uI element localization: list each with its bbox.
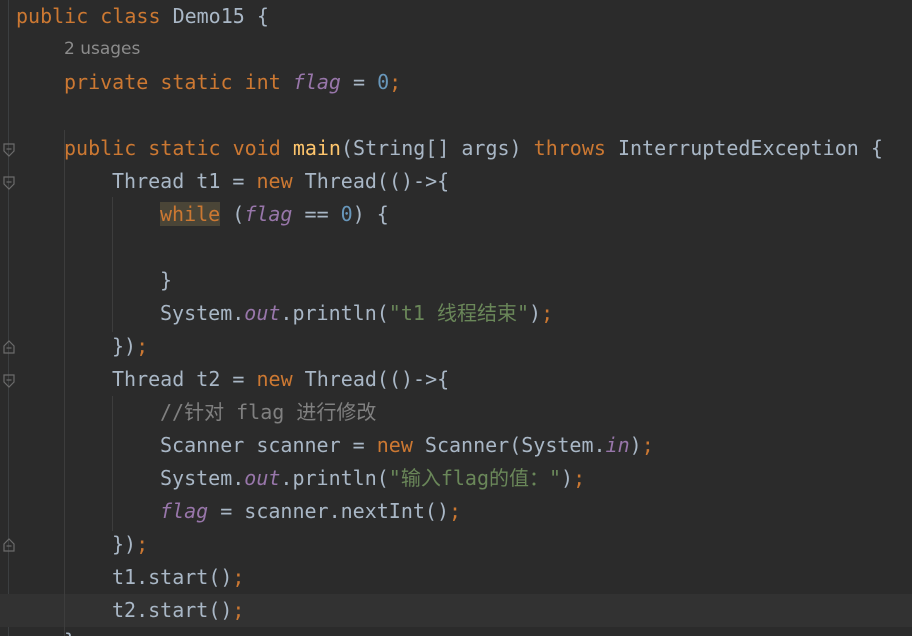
- paren: ): [529, 301, 542, 325]
- code-editor[interactable]: public class Demo15 { 2 usages private s…: [0, 0, 912, 636]
- semicolon: ;: [232, 565, 245, 589]
- close: }): [112, 334, 137, 358]
- field-out: out: [244, 301, 281, 325]
- keyword-while: while: [160, 202, 221, 226]
- code-line-main[interactable]: public static void main(String[] args) t…: [64, 132, 883, 165]
- field-flag: flag: [292, 70, 341, 94]
- code-line-t1[interactable]: Thread t1 = new Thread(()->{: [112, 165, 449, 198]
- class-name: Demo15: [172, 4, 245, 28]
- code-line-scanner[interactable]: Scanner scanner = new Scanner(System.in)…: [160, 429, 654, 462]
- keyword: static: [160, 70, 233, 94]
- method-main: main: [292, 136, 341, 160]
- code-line-close-t2[interactable]: });: [112, 528, 148, 561]
- sys: System.: [160, 301, 245, 325]
- code-line-println-input[interactable]: System.out.println("输入flag的值：");: [160, 462, 585, 495]
- usages-hint[interactable]: 2 usages: [64, 33, 140, 66]
- close: }): [112, 532, 137, 556]
- indent-guide: [64, 130, 65, 636]
- code-line-close-while[interactable]: }: [160, 264, 172, 297]
- fold-open-icon[interactable]: [3, 374, 15, 388]
- keyword: class: [100, 4, 161, 28]
- field-out: out: [244, 466, 281, 490]
- code-line-class-decl[interactable]: public class Demo15 {: [16, 0, 269, 33]
- semicolon: ;: [641, 433, 654, 457]
- operator: ==: [304, 202, 329, 226]
- code-line-close-main[interactable]: }: [64, 625, 76, 636]
- semicolon: ;: [449, 499, 462, 523]
- params: (String[] args): [340, 136, 522, 160]
- code-line-close-t1[interactable]: });: [112, 330, 148, 363]
- fold-open-icon[interactable]: [3, 143, 15, 157]
- semicolon: ;: [136, 334, 149, 358]
- paren: ): [629, 433, 642, 457]
- code-line-assign[interactable]: flag = scanner.nextInt();: [160, 495, 461, 528]
- code-line-field[interactable]: private static int flag = 0;: [64, 66, 401, 99]
- brace: {: [256, 4, 269, 28]
- fold-open-icon[interactable]: [3, 176, 15, 190]
- decl: Scanner scanner =: [160, 433, 365, 457]
- indent-guide: [112, 396, 113, 531]
- decl: Thread t2 =: [112, 367, 245, 391]
- paren: (: [232, 202, 245, 226]
- semicolon: ;: [136, 532, 149, 556]
- semicolon: ;: [573, 466, 586, 490]
- call: t2.start(): [112, 598, 233, 622]
- code-line-t1-start[interactable]: t1.start();: [112, 561, 244, 594]
- code-line-t2-start[interactable]: t2.start();: [112, 594, 244, 627]
- operator: =: [353, 70, 366, 94]
- keyword: void: [232, 136, 281, 160]
- keyword: throws: [533, 136, 606, 160]
- field-flag: flag: [244, 202, 293, 226]
- keyword: int: [244, 70, 281, 94]
- field-in: in: [605, 433, 630, 457]
- number: 0: [340, 202, 353, 226]
- code-line-t2[interactable]: Thread t2 = new Thread(()->{: [112, 363, 449, 396]
- keyword: new: [256, 169, 293, 193]
- expr: Scanner(System.: [424, 433, 606, 457]
- fold-close-icon[interactable]: [3, 340, 15, 354]
- string: "t1 线程结束": [388, 301, 530, 325]
- keyword: new: [376, 433, 413, 457]
- string: "输入flag的值：": [388, 466, 562, 490]
- indent-guide: [112, 197, 113, 332]
- paren: ): [561, 466, 574, 490]
- expr: = scanner.nextInt(): [220, 499, 449, 523]
- semicolon: ;: [232, 598, 245, 622]
- field-flag: flag: [160, 499, 209, 523]
- println: .println(: [280, 301, 389, 325]
- code-line-println-t1[interactable]: System.out.println("t1 线程结束");: [160, 297, 553, 330]
- keyword: static: [148, 136, 221, 160]
- decl: Thread t1 =: [112, 169, 245, 193]
- fold-close-icon[interactable]: [3, 538, 15, 552]
- semicolon: ;: [541, 301, 554, 325]
- println: .println(: [280, 466, 389, 490]
- code-line-comment[interactable]: //针对 flag 进行修改: [160, 396, 376, 429]
- call: t1.start(): [112, 565, 233, 589]
- expr: Thread(()->{: [304, 367, 450, 391]
- exception-type: InterruptedException: [617, 136, 859, 160]
- code-line-while[interactable]: while (flag == 0) {: [160, 198, 389, 231]
- number: 0: [377, 70, 390, 94]
- keyword: public: [16, 4, 89, 28]
- keyword: new: [256, 367, 293, 391]
- brace: {: [870, 136, 883, 160]
- semicolon: ;: [389, 70, 402, 94]
- keyword: private: [64, 70, 149, 94]
- expr: Thread(()->{: [304, 169, 450, 193]
- keyword: public: [64, 136, 137, 160]
- paren: ) {: [352, 202, 389, 226]
- sys: System.: [160, 466, 245, 490]
